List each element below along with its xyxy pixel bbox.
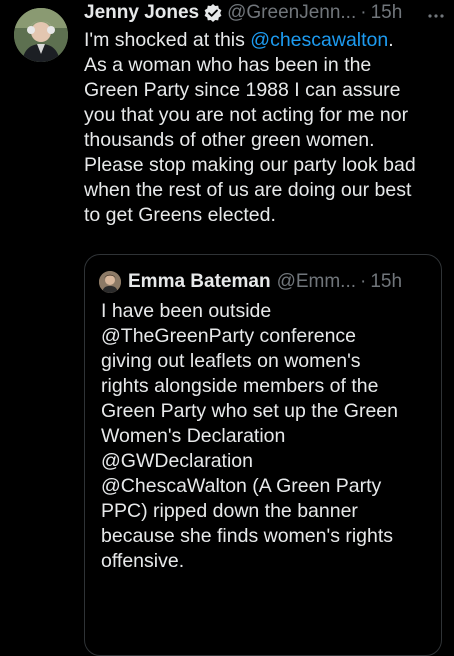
more-options-icon[interactable]: [426, 8, 446, 18]
quoted-text-line: Green Party who set up the Green: [101, 400, 398, 422]
tweet[interactable]: Jenny Jones @GreenJenn... · 15h I'm shoc…: [0, 0, 454, 656]
separator-dot: ·: [360, 271, 367, 292]
tweet-text-segment: I'm shocked at this: [84, 29, 251, 51]
quoted-text-line: @GWDeclaration: [101, 450, 254, 472]
tweet-text-line: Please stop making our party look bad: [84, 154, 416, 176]
quoted-text-line: I have been outside: [101, 300, 272, 322]
timestamp[interactable]: 15h: [371, 0, 403, 26]
tweet-text-line: Green Party since 1988 I can assure: [84, 79, 401, 101]
separator-dot: ·: [360, 2, 367, 23]
quoted-author-handle: @Emm...: [276, 271, 357, 292]
quoted-text-line: offensive.: [101, 550, 185, 572]
tweet-text-line: thousands of other green women.: [84, 129, 375, 151]
tweet-text-line: to get Greens elected.: [84, 204, 276, 226]
quoted-timestamp: 15h: [370, 271, 403, 292]
quoted-author-name: Emma Bateman: [128, 271, 271, 292]
quoted-text-line: Women's Declaration: [101, 425, 286, 447]
tweet-header: Jenny Jones @GreenJenn... · 15h: [84, 0, 444, 26]
quoted-text-line: giving out leaflets on women's: [101, 350, 361, 372]
verified-badge-icon: [203, 3, 223, 23]
quoted-text-line: PPC) ripped down the banner: [101, 500, 358, 522]
quoted-tweet-header: Emma Bateman @Emm... · 15h: [99, 269, 402, 295]
tweet-text-segment: .: [388, 29, 394, 51]
quoted-tweet[interactable]: Emma Bateman @Emm... · 15h I have been o…: [84, 254, 442, 656]
tweet-text-line: I'm shocked at this @chescawalton.: [84, 28, 446, 53]
mention-link[interactable]: @chescawalton: [250, 29, 388, 51]
quoted-author-avatar: [99, 271, 121, 293]
quoted-text-line: @TheGreenParty conference: [101, 325, 357, 347]
tweet-text-line: you that you are not acting for me nor: [84, 104, 409, 126]
author-handle[interactable]: @GreenJenn...: [227, 0, 356, 26]
quoted-text-line: rights alongside members of the: [101, 375, 379, 397]
author-name[interactable]: Jenny Jones: [84, 0, 199, 26]
quoted-tweet-text: I have been outside @TheGreenParty confe…: [101, 299, 431, 574]
quoted-text-line: @ChescaWalton (A Green Party: [101, 475, 382, 497]
tweet-text-line: As a woman who has been in the: [84, 54, 372, 76]
tweet-text: I'm shocked at this @chescawalton. As a …: [84, 28, 446, 228]
tweet-text-line: when the rest of us are doing our best: [84, 179, 412, 201]
author-avatar[interactable]: [14, 8, 68, 62]
quoted-text-line: because she finds women's rights: [101, 525, 394, 547]
